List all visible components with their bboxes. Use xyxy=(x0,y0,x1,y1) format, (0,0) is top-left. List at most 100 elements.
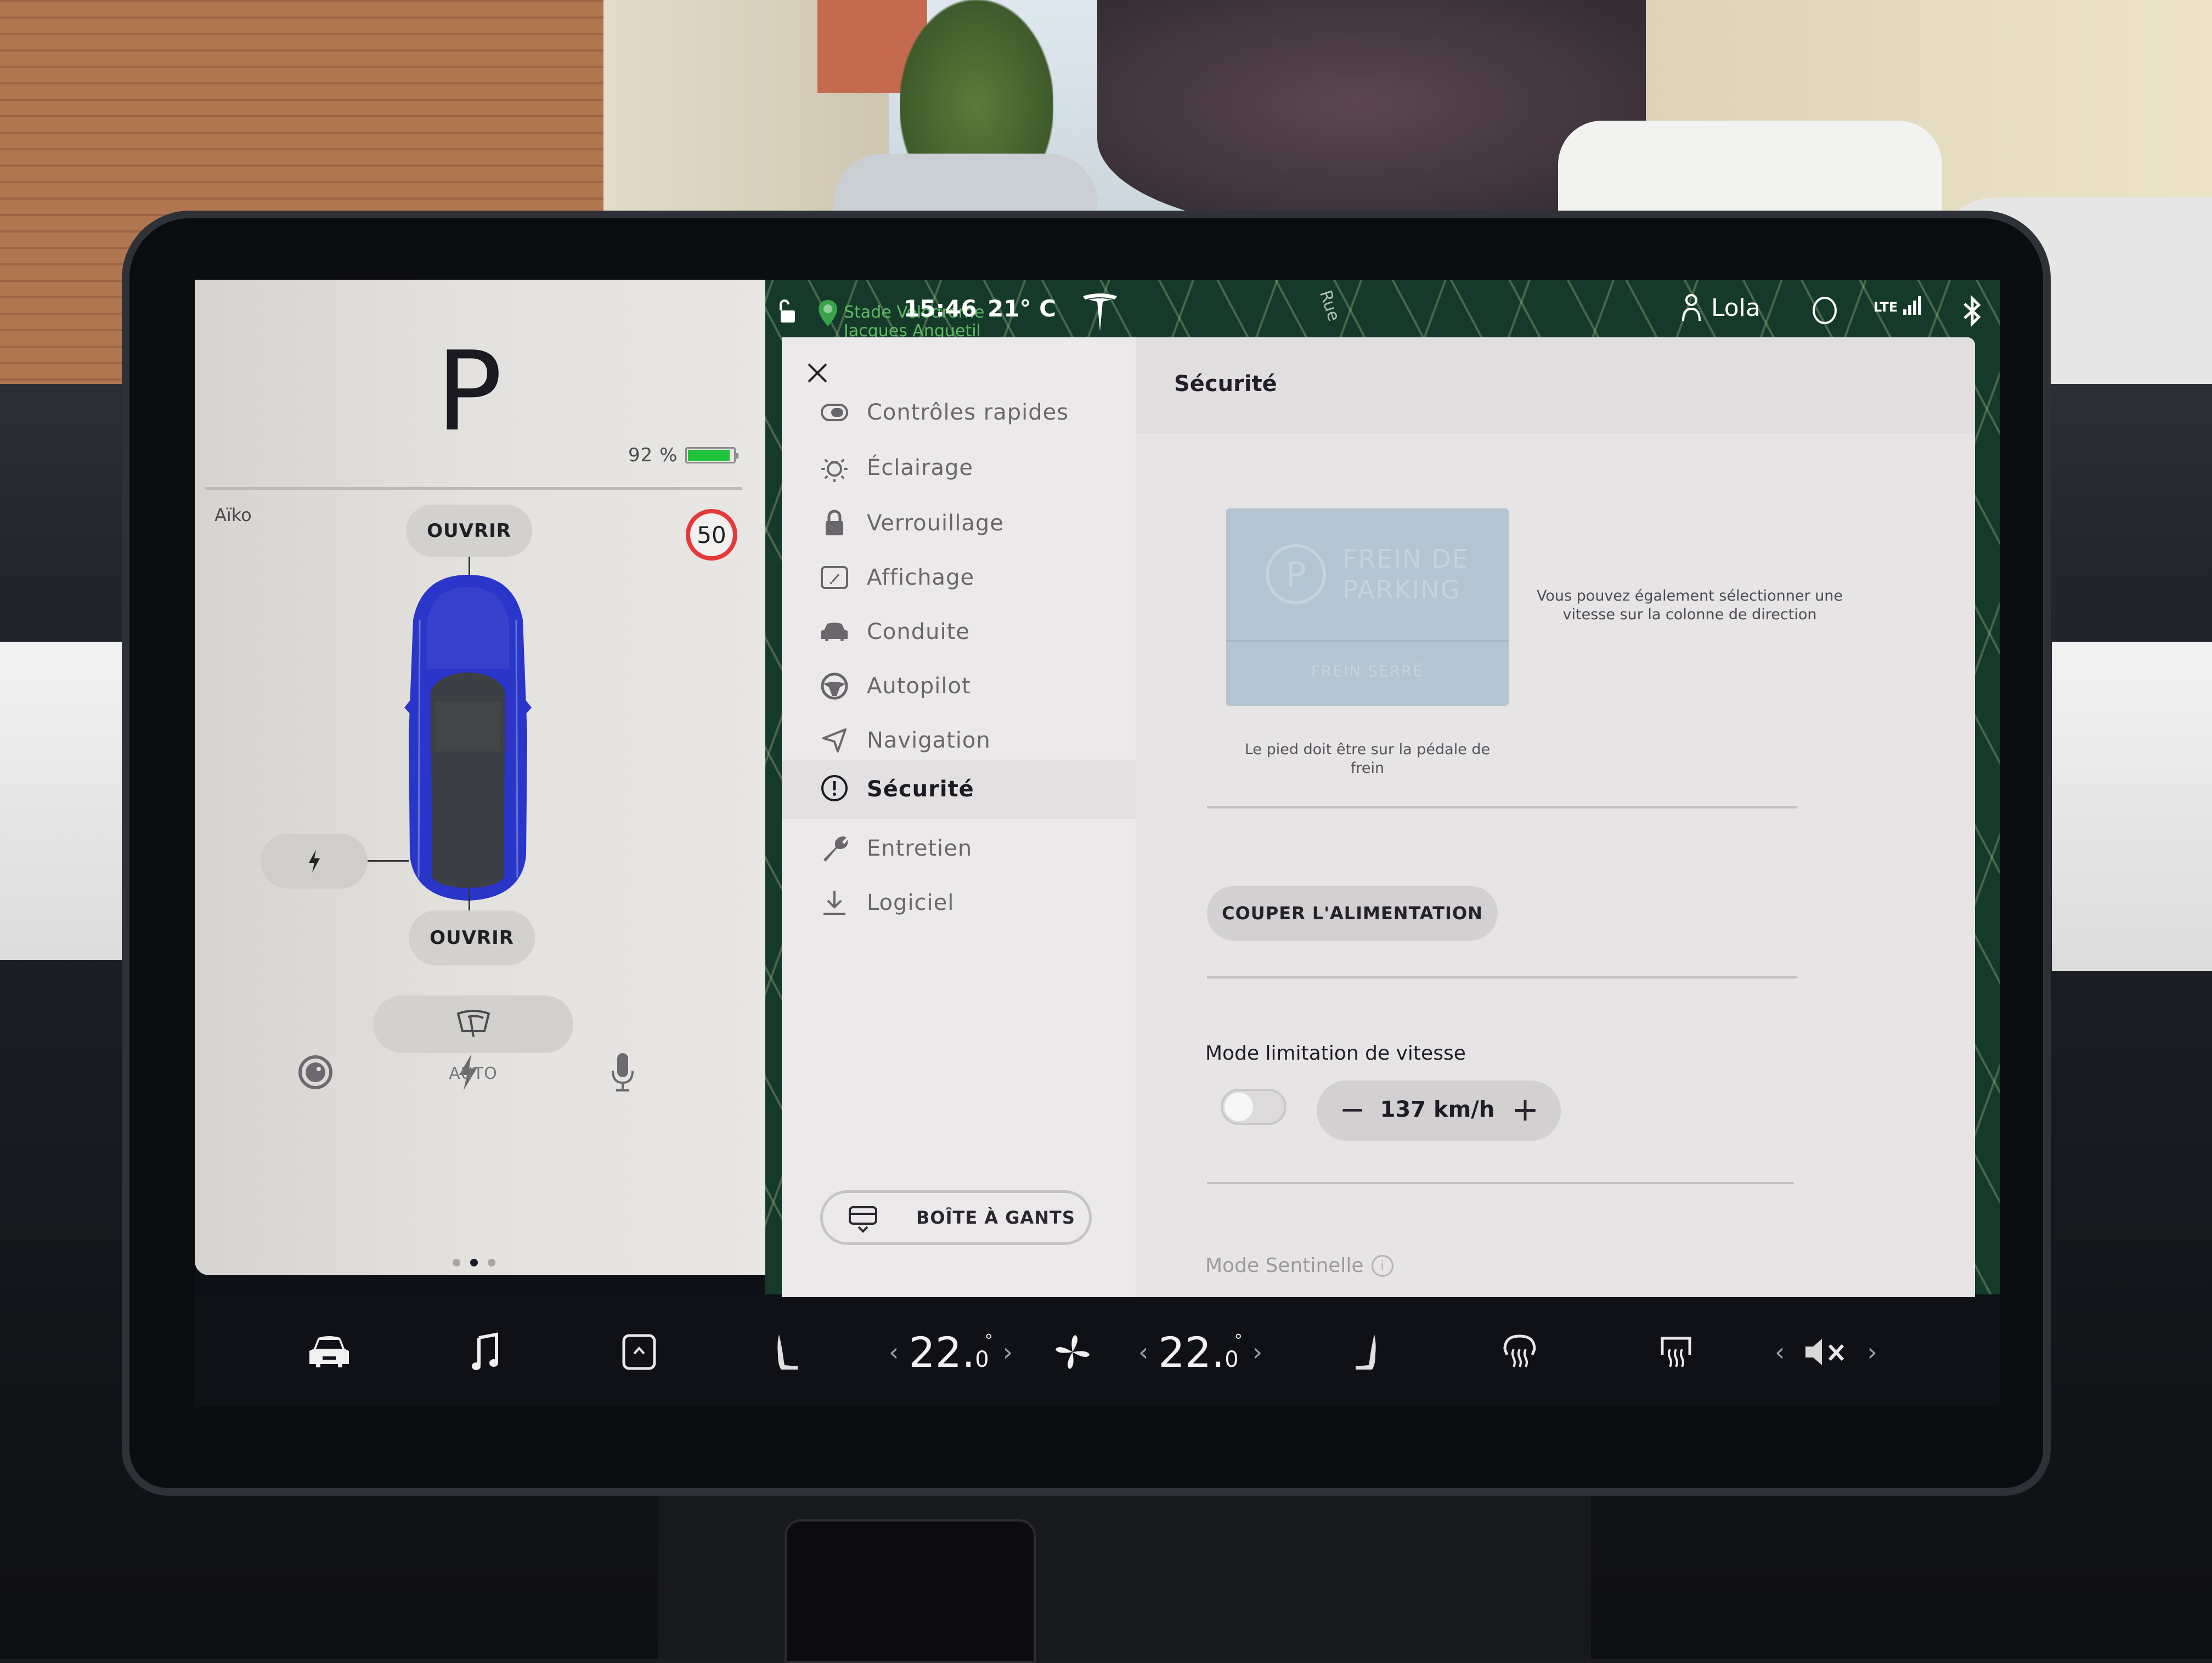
parking-brake-title: FREIN DE PARKING xyxy=(1342,544,1469,605)
battery-icon xyxy=(685,447,739,463)
charge-port-connector-line xyxy=(368,860,409,862)
volume-muted-icon[interactable] xyxy=(1803,1337,1848,1367)
speed-limit-value: 137 km/h xyxy=(1380,1097,1495,1122)
page-dot[interactable] xyxy=(488,1259,495,1266)
settings-menu-item-label: Sécurité xyxy=(867,777,974,802)
navigation-arrow-icon xyxy=(820,726,849,755)
driver-temperature-control: ‹ 22.0° › xyxy=(889,1325,1013,1379)
lock-icon[interactable] xyxy=(777,299,796,324)
speed-limit-stepper: − 137 km/h + xyxy=(1317,1081,1561,1141)
dashcam-icon[interactable] xyxy=(1810,296,1839,325)
wiper-icon xyxy=(456,1009,491,1040)
tree xyxy=(900,0,1053,176)
divider xyxy=(1207,976,1797,978)
toggle-knob xyxy=(1224,1093,1253,1121)
volume-down-button[interactable]: ‹ xyxy=(1775,1337,1785,1367)
settings-menu-item-verrouillage[interactable]: Verrouillage xyxy=(782,495,1136,552)
power-off-button[interactable]: COUPER L'ALIMENTATION xyxy=(1207,886,1498,941)
parking-brake-icon: P xyxy=(1266,544,1327,604)
battery-terminal xyxy=(736,453,739,459)
parking-brake-header: P FREIN DE PARKING xyxy=(1226,508,1509,640)
driver-temperature[interactable]: 22.0° xyxy=(909,1328,992,1377)
settings-menu-item-affichage[interactable]: Affichage xyxy=(782,549,1136,606)
settings-menu-item-securite[interactable]: Sécurité xyxy=(782,760,1136,819)
app-launcher-icon xyxy=(622,1334,656,1370)
open-frunk-button[interactable]: OUVRIR xyxy=(406,505,532,557)
settings-menu-item-logiciel[interactable]: Logiciel xyxy=(782,874,1136,931)
settings-menu-item-conduite[interactable]: Conduite xyxy=(782,603,1136,660)
touchscreen: Rue Stade Vélodrome Jacques Anquetil 15:… xyxy=(195,280,2000,1407)
passenger-temp-increase-button[interactable]: › xyxy=(1252,1337,1262,1367)
settings-menu-item-eclairage[interactable]: Éclairage xyxy=(782,439,1136,496)
rear-defrost-button[interactable] xyxy=(1649,1325,1703,1379)
media-button[interactable] xyxy=(458,1325,513,1379)
wiper-button[interactable] xyxy=(373,995,573,1053)
front-defrost-icon xyxy=(1500,1333,1539,1371)
open-trunk-button[interactable]: OUVRIR xyxy=(409,910,535,965)
settings-menu: Contrôles rapides Éclairage Verrouillage Af… xyxy=(782,337,1136,1297)
page-indicator[interactable] xyxy=(453,1259,495,1266)
sentry-mode-row: Mode Sentinelle i xyxy=(1205,1254,1393,1277)
sentry-mode-label: Mode Sentinelle xyxy=(1205,1254,1364,1277)
decrease-speed-button[interactable]: − xyxy=(1333,1090,1372,1129)
increase-speed-button[interactable]: + xyxy=(1506,1090,1544,1129)
driver-temp-increase-button[interactable]: › xyxy=(1003,1337,1013,1367)
passenger-temp-decrease-button[interactable]: ‹ xyxy=(1138,1337,1148,1367)
bottom-control-bar: ‹ 22.0° › ‹ 22.0° › ‹ › xyxy=(195,1297,2000,1407)
driver-temp-decrease-button[interactable]: ‹ xyxy=(889,1337,899,1367)
car-controls-button[interactable] xyxy=(302,1325,357,1379)
close-button[interactable] xyxy=(806,362,828,384)
map-pin-icon xyxy=(817,299,838,327)
front-defrost-button[interactable] xyxy=(1492,1325,1547,1379)
car-icon xyxy=(306,1334,352,1370)
settings-menu-item-label: Contrôles rapides xyxy=(867,400,1069,425)
profile-name: Lola xyxy=(1711,293,1760,322)
glovebox-button[interactable]: BOÎTE À GANTS xyxy=(820,1190,1092,1245)
settings-menu-item-label: Navigation xyxy=(867,728,991,753)
settings-menu-item-label: Conduite xyxy=(867,619,970,644)
settings-menu-item-label: Éclairage xyxy=(867,455,973,480)
driver-profile[interactable]: Lola xyxy=(1681,293,1760,322)
passenger-temperature[interactable]: 22.0° xyxy=(1158,1328,1242,1377)
car-top-view[interactable] xyxy=(397,570,539,905)
profile-icon xyxy=(1681,293,1701,322)
music-note-icon xyxy=(471,1332,500,1372)
speed-limit-mode-toggle[interactable] xyxy=(1221,1089,1286,1125)
page-dot[interactable] xyxy=(453,1259,460,1266)
glovebox-icon xyxy=(848,1205,878,1234)
settings-menu-item-label: Affichage xyxy=(867,565,975,590)
parking-brake-caption: Le pied doit être sur la pédale de frein xyxy=(1244,741,1491,777)
charge-port-button[interactable] xyxy=(261,834,368,889)
steering-wheel-icon xyxy=(820,672,849,700)
driver-temp-int: 22. xyxy=(909,1327,975,1377)
driver-seat-heat-icon xyxy=(774,1332,801,1372)
network-type: LTE xyxy=(1874,299,1898,315)
wrench-icon xyxy=(820,834,849,863)
settings-menu-item-label: Autopilot xyxy=(867,674,971,699)
settings-menu-item-autopilot[interactable]: Autopilot xyxy=(782,658,1136,715)
battery-percent: 92 % xyxy=(628,444,678,466)
info-icon[interactable]: i xyxy=(1371,1254,1393,1277)
driver-seat-heater-button[interactable] xyxy=(760,1325,815,1379)
security-settings-pane: Sécurité P FREIN DE PARKING FREIN SERRÉ … xyxy=(1136,337,1975,1297)
passenger-seat-heater-button[interactable] xyxy=(1339,1325,1393,1379)
parking-brake-button[interactable]: P FREIN DE PARKING FREIN SERRÉ xyxy=(1226,508,1509,706)
volume-up-button[interactable]: › xyxy=(1867,1337,1877,1367)
passenger-seat-heat-icon xyxy=(1352,1332,1380,1372)
microphone-icon[interactable] xyxy=(601,1048,645,1097)
passenger-temp-dec: 0 xyxy=(1224,1347,1239,1372)
settings-menu-item-controles-rapides[interactable]: Contrôles rapides xyxy=(782,384,1136,441)
car-status-panel: P 92 % Aïko OUVRIR 50 OUVRIR AUTO xyxy=(195,280,765,1275)
display-icon xyxy=(820,563,849,592)
climate-fan-button[interactable] xyxy=(1045,1325,1100,1379)
page-dot[interactable] xyxy=(470,1259,478,1266)
settings-menu-item-label: Verrouillage xyxy=(867,511,1004,536)
bluetooth-icon[interactable] xyxy=(1961,295,1983,327)
dashcam-icon[interactable] xyxy=(294,1048,337,1097)
rear-defrost-icon xyxy=(1657,1333,1695,1371)
glovebox-label: BOÎTE À GANTS xyxy=(916,1207,1075,1228)
gear-indicator: P xyxy=(436,328,503,456)
tesla-logo-icon[interactable] xyxy=(1081,292,1119,333)
settings-menu-item-entretien[interactable]: Entretien xyxy=(782,820,1136,877)
app-launcher-button[interactable] xyxy=(612,1325,667,1379)
